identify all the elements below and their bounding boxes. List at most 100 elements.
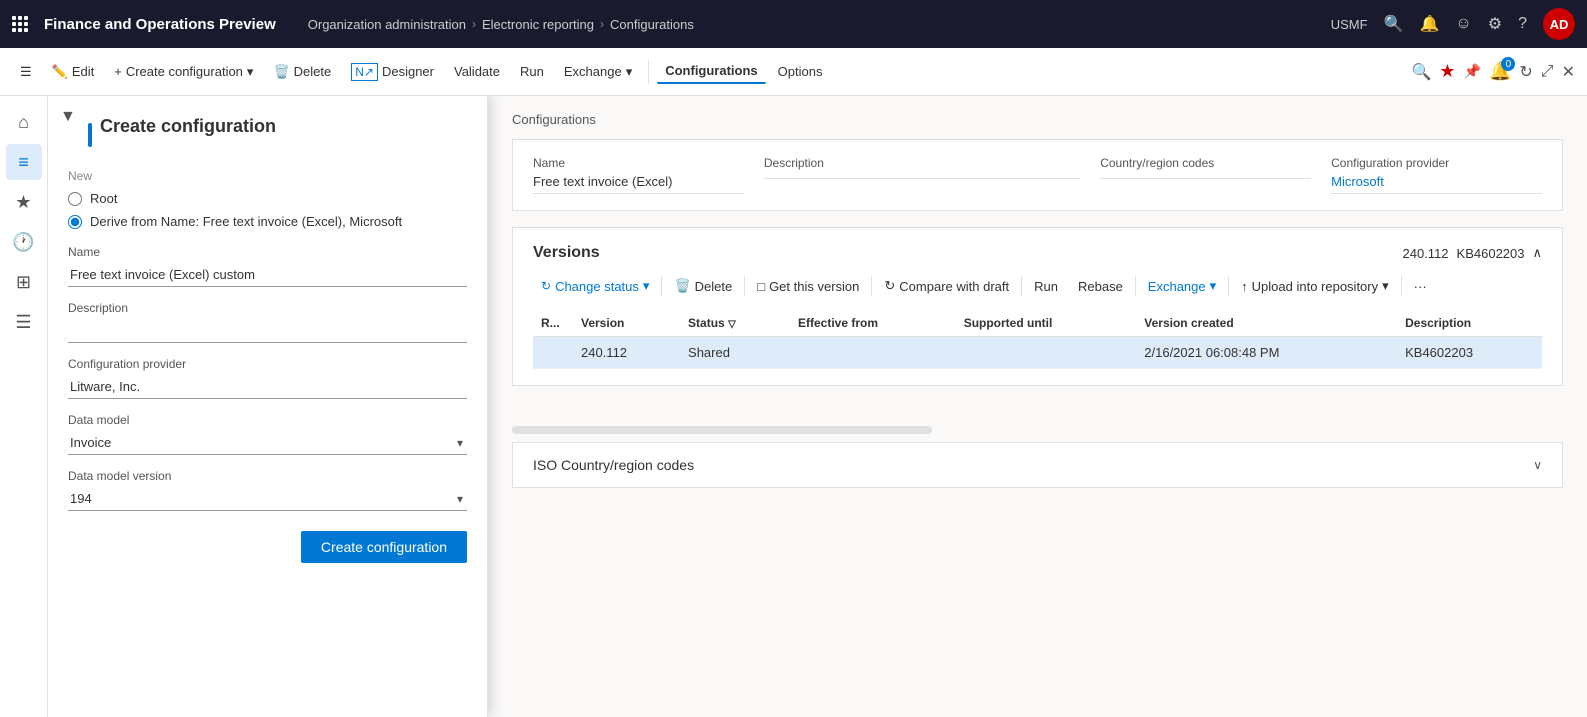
breadcrumb-org-admin[interactable]: Organization administration (308, 17, 466, 32)
table-row[interactable]: 240.112 Shared 2/16/2021 06:08:48 PM KB4… (533, 337, 1542, 369)
description-input[interactable] (68, 319, 467, 343)
radio-derive[interactable]: Derive from Name: Free text invoice (Exc… (68, 214, 467, 229)
close-icon[interactable]: ✕ (1562, 62, 1575, 82)
popout-icon[interactable]: ⤢ (1541, 63, 1554, 81)
data-model-version-select-wrapper: 194 ▾ (68, 487, 467, 511)
exchange-btn[interactable]: Exchange ▾ (556, 60, 640, 84)
sidebar-item-favorites[interactable]: ★ (6, 184, 42, 220)
breadcrumb-electronic-reporting[interactable]: Electronic reporting (482, 17, 594, 32)
validate-btn[interactable]: Validate (446, 60, 508, 83)
search-icon[interactable]: 🔍 (1384, 14, 1404, 34)
edit-btn[interactable]: ✏️ Edit (44, 60, 103, 84)
create-configuration-dialog: ▼ Create configuration New Root Derive f… (48, 96, 488, 717)
versions-collapse-icon[interactable]: ∧ (1532, 245, 1542, 261)
data-model-version-select[interactable]: 194 (68, 487, 467, 511)
sidebar-item-menu[interactable]: ≡ (6, 144, 42, 180)
config-col-name: Name Free text invoice (Excel) (533, 156, 744, 194)
create-configuration-button[interactable]: Create configuration (301, 531, 467, 563)
options-btn[interactable]: Options (770, 60, 831, 83)
configurations-btn[interactable]: Configurations (657, 59, 765, 84)
config-provider-label: Configuration provider (68, 357, 467, 371)
data-model-select[interactable]: Invoice (68, 431, 467, 455)
app-title: Finance and Operations Preview (44, 16, 276, 33)
breadcrumb-configurations[interactable]: Configurations (610, 17, 694, 32)
cmd-search-icon[interactable]: 🔍 (1411, 62, 1431, 82)
radio-root[interactable]: Root (68, 191, 467, 206)
col-header-description: Description (1397, 310, 1542, 337)
cell-supported-until (956, 337, 1137, 369)
help-icon[interactable]: ? (1518, 15, 1527, 33)
hamburger-btn[interactable]: ☰ (12, 60, 40, 84)
versions-header: Versions 240.112 KB4602203 ∧ (533, 244, 1542, 262)
sidebar-item-home[interactable]: ⌂ (6, 104, 42, 140)
config-header-cols: Name Free text invoice (Excel) Descripti… (533, 156, 1542, 194)
change-status-btn[interactable]: ↻ Change status ▾ (533, 274, 657, 298)
sidebar-item-recent[interactable]: 🕐 (6, 224, 42, 260)
designer-btn[interactable]: N↗ Designer (343, 59, 442, 85)
ver-toolbar-sep1 (661, 276, 662, 296)
change-status-icon: ↻ (541, 279, 551, 293)
exchange-dropdown-icon: ▾ (626, 64, 633, 80)
delete-btn[interactable]: 🗑️ Delete (265, 60, 339, 84)
versions-toolbar: ↻ Change status ▾ 🗑️ Delete □ Get this v… (533, 274, 1542, 298)
col-header-version-created: Version created (1136, 310, 1397, 337)
edit-icon: ✏️ (52, 64, 68, 80)
ver-exchange-dropdown-icon: ▾ (1210, 278, 1217, 294)
compare-with-draft-btn[interactable]: ↻ Compare with draft (876, 274, 1017, 298)
config-provider-input[interactable] (68, 375, 467, 399)
upload-into-repository-btn[interactable]: ↑ Upload into repository ▾ (1233, 274, 1397, 298)
col-header-effective-from: Effective from (790, 310, 956, 337)
filter-icon[interactable]: ▼ (60, 108, 76, 126)
rebase-btn[interactable]: Rebase (1070, 275, 1131, 298)
status-filter-icon[interactable]: ▽ (728, 319, 736, 330)
versions-badge-number: 240.112 (1403, 246, 1449, 261)
col-header-supported-until: Supported until (956, 310, 1137, 337)
compare-icon: ↻ (884, 278, 895, 294)
table-header-row: R... Version Status ▽ Effective from Sup… (533, 310, 1542, 337)
iso-expand-icon[interactable]: ∨ (1533, 458, 1542, 472)
config-provider-value[interactable]: Microsoft (1331, 174, 1542, 194)
command-bar-right: 🔍 ★ 📌 🔔 0 ↻ ⤢ ✕ (1411, 61, 1575, 82)
settings-icon[interactable]: ⚙ (1488, 14, 1502, 34)
data-model-version-field-group: Data model version 194 ▾ (68, 469, 467, 511)
data-model-field-group: Data model Invoice ▾ (68, 413, 467, 455)
upload-icon: ↑ (1241, 279, 1248, 294)
create-config-btn[interactable]: + Create configuration ▾ (106, 60, 261, 84)
top-bar-right: USMF 🔍 🔔 ☺ ⚙ ? AD (1331, 8, 1575, 40)
radio-derive-input[interactable] (68, 215, 82, 229)
data-model-version-label: Data model version (68, 469, 467, 483)
pin-icon[interactable]: 📌 (1464, 63, 1481, 80)
iso-header[interactable]: ISO Country/region codes ∨ (533, 457, 1542, 473)
ver-delete-btn[interactable]: 🗑️ Delete (666, 274, 740, 298)
command-bar: ☰ ✏️ Edit + Create configuration ▾ 🗑️ De… (0, 48, 1587, 96)
upload-dropdown-icon: ▾ (1382, 278, 1389, 294)
ver-exchange-btn[interactable]: Exchange ▾ (1140, 274, 1224, 298)
main-layout: ⌂ ≡ ★ 🕐 ⊞ ☰ ▼ Create configuration New R… (0, 96, 1587, 717)
create-config-dropdown-icon: ▾ (247, 64, 254, 80)
get-this-version-btn[interactable]: □ Get this version (749, 275, 867, 298)
cell-version: 240.112 (573, 337, 680, 369)
favorites-icon[interactable]: ★ (1439, 61, 1455, 82)
sidebar-item-list[interactable]: ☰ (6, 304, 42, 340)
versions-badge: 240.112 KB4602203 ∧ (1403, 245, 1543, 261)
horizontal-scrollbar[interactable] (512, 426, 932, 434)
hamburger-icon: ☰ (20, 64, 32, 80)
ver-run-btn[interactable]: Run (1026, 275, 1066, 298)
cell-effective-from (790, 337, 956, 369)
dialog-title: Create configuration (100, 116, 276, 137)
run-btn[interactable]: Run (512, 60, 552, 83)
col-header-version: Version (573, 310, 680, 337)
left-sidebar: ⌂ ≡ ★ 🕐 ⊞ ☰ (0, 96, 48, 717)
notification-icon[interactable]: 🔔 0 (1489, 61, 1511, 82)
sidebar-item-workspaces[interactable]: ⊞ (6, 264, 42, 300)
cell-version-created: 2/16/2021 06:08:48 PM (1136, 337, 1397, 369)
app-grid-icon[interactable] (12, 16, 28, 32)
avatar[interactable]: AD (1543, 8, 1575, 40)
name-input[interactable] (68, 263, 467, 287)
smiley-icon[interactable]: ☺ (1455, 15, 1471, 33)
refresh-icon[interactable]: ↻ (1519, 62, 1532, 82)
ver-more-btn[interactable]: ··· (1406, 275, 1435, 298)
bell-icon[interactable]: 🔔 (1419, 14, 1439, 34)
radio-root-input[interactable] (68, 192, 82, 206)
ver-toolbar-sep3 (871, 276, 872, 296)
